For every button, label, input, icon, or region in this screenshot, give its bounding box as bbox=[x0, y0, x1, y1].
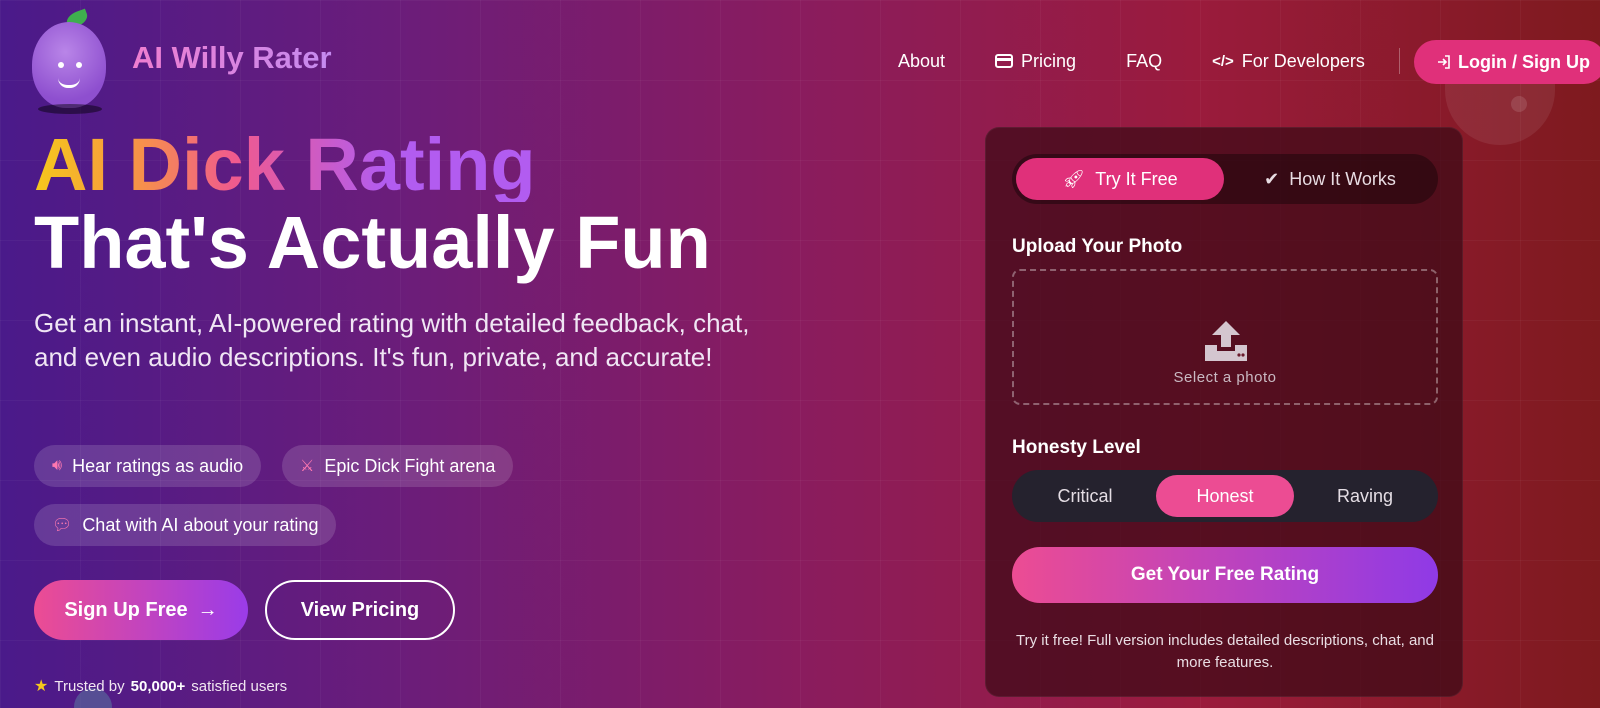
tab-how-it-works[interactable]: ✔ How It Works bbox=[1226, 158, 1434, 200]
swords-icon: ⚔︎ bbox=[300, 458, 315, 475]
photo-dropzone[interactable]: Select a photo bbox=[1012, 269, 1438, 405]
upload-label: Upload Your Photo bbox=[1012, 236, 1183, 257]
arrow-right-icon: → bbox=[197, 598, 218, 621]
rating-card: 🚀︎ Try It Free ✔ How It Works Upload You… bbox=[985, 127, 1463, 697]
code-icon: </> bbox=[1212, 52, 1234, 70]
dropzone-placeholder: Select a photo bbox=[1173, 369, 1277, 386]
hero-title-line1: AI Dick Rating bbox=[34, 123, 536, 206]
rocket-icon: 🚀︎ bbox=[1062, 168, 1086, 189]
tab-try-it-free[interactable]: 🚀︎ Try It Free bbox=[1016, 158, 1224, 200]
feature-chip-audio: 🔊︎ Hear ratings as audio bbox=[34, 445, 262, 487]
level-honest[interactable]: Honest bbox=[1156, 475, 1294, 517]
nav-about[interactable]: About bbox=[898, 51, 945, 72]
login-icon bbox=[1438, 55, 1450, 69]
speaker-icon: 🔊︎ bbox=[52, 457, 63, 474]
chat-icon: 💬︎ bbox=[52, 517, 73, 534]
brand-name[interactable]: AI Willy Rater bbox=[132, 40, 332, 76]
logo-mascot-icon[interactable] bbox=[32, 8, 110, 114]
sign-up-free-button[interactable]: Sign Up Free → bbox=[34, 580, 248, 640]
level-raving[interactable]: Raving bbox=[1296, 475, 1434, 517]
nav-faq[interactable]: FAQ bbox=[1126, 51, 1162, 72]
feature-chip-chat: 💬︎ Chat with AI about your rating bbox=[34, 504, 337, 546]
main-nav: About Pricing FAQ </> For Developers bbox=[898, 48, 1400, 74]
login-signup-button[interactable]: Login / Sign Up bbox=[1414, 40, 1600, 84]
level-critical[interactable]: Critical bbox=[1016, 475, 1154, 517]
upload-icon bbox=[1205, 321, 1247, 361]
star-icon: ★ bbox=[34, 678, 49, 695]
trust-line: ★ Trusted by 50,000+ satisfied users bbox=[34, 677, 288, 696]
card-tabs: 🚀︎ Try It Free ✔ How It Works bbox=[1012, 154, 1438, 204]
nav-developers[interactable]: </> For Developers bbox=[1212, 51, 1365, 72]
honesty-label: Honesty Level bbox=[1012, 437, 1141, 458]
check-icon: ✔ bbox=[1264, 168, 1280, 189]
feature-chip-fight: ⚔︎ Epic Dick Fight arena bbox=[282, 445, 514, 487]
nav-pricing[interactable]: Pricing bbox=[995, 51, 1076, 72]
get-free-rating-button[interactable]: Get Your Free Rating bbox=[1012, 547, 1438, 603]
nav-divider bbox=[1398, 48, 1400, 74]
credit-card-icon bbox=[995, 54, 1014, 68]
hero-subtitle: Get an instant, AI-powered rating with d… bbox=[34, 308, 750, 372]
honesty-selector: Critical Honest Raving bbox=[1012, 470, 1438, 522]
card-note: Try it free! Full version includes detai… bbox=[1016, 632, 1434, 671]
hero-title-line2: That's Actually Fun bbox=[34, 201, 711, 284]
view-pricing-button[interactable]: View Pricing bbox=[265, 580, 455, 640]
